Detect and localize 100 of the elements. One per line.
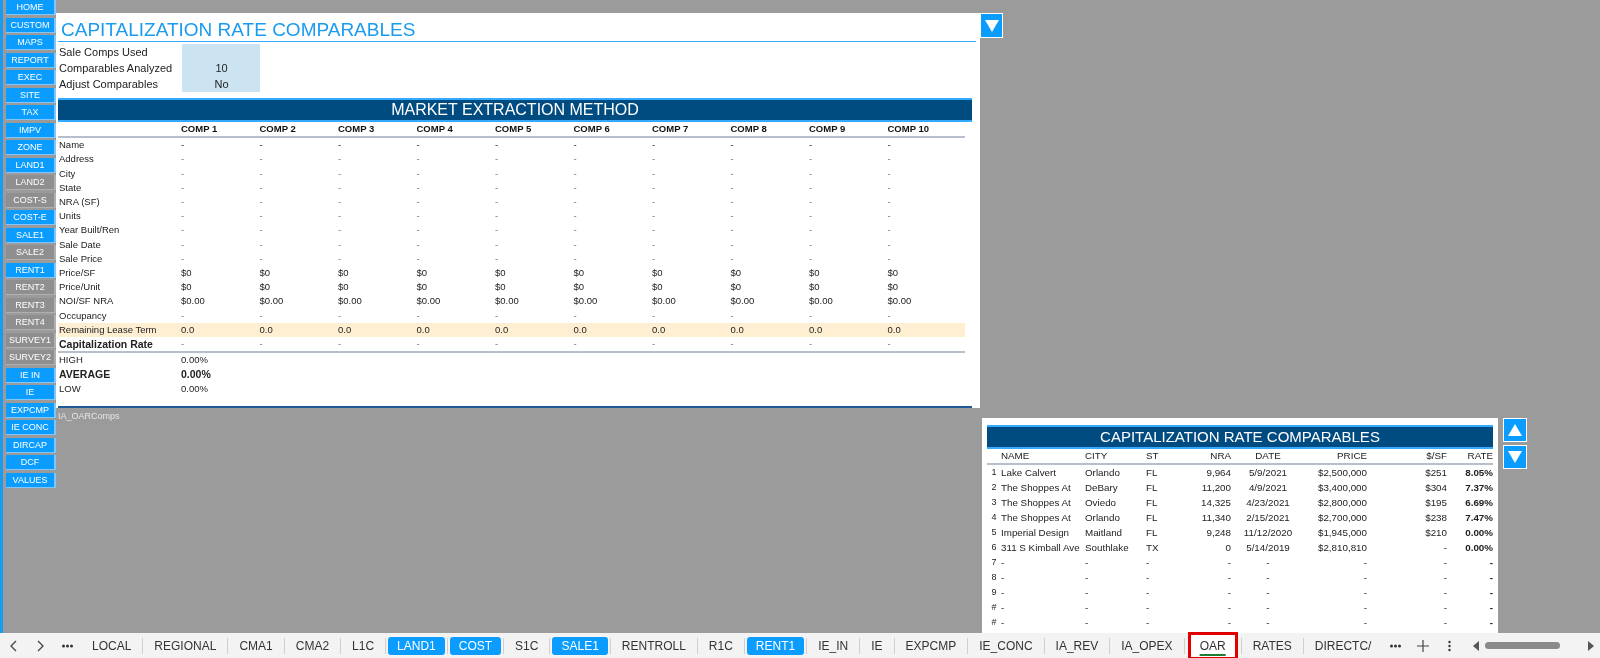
table-cell-text: -: [729, 195, 735, 209]
column-header: PRICE: [1305, 449, 1367, 465]
table-cell-text: 0: [1224, 541, 1231, 555]
nav-button[interactable]: RENT1: [6, 262, 56, 278]
nav-button[interactable]: TAX: [6, 105, 56, 120]
table-cell: 0.0: [651, 322, 730, 338]
table-cell-text: -: [1001, 616, 1006, 630]
sheet-tab[interactable]: IA_OPEX: [1112, 636, 1182, 655]
row-number: #: [990, 616, 998, 629]
table-cell-text: -: [886, 152, 892, 167]
table-cell-text: -: [180, 337, 186, 352]
row-number: 5: [990, 526, 998, 539]
sheet-tab[interactable]: SALE1: [552, 636, 608, 655]
nav-button[interactable]: CUSTOM: [6, 17, 56, 33]
row-label: Name: [58, 138, 86, 153]
table-cell-text: -: [258, 237, 264, 252]
setting-label: Adjust Comparables: [58, 77, 160, 92]
table-cell-text: $0.00: [729, 294, 756, 309]
table-cell-text: -: [337, 195, 343, 209]
table-cell-text: $0: [415, 280, 429, 295]
panel-title: CAPITALIZATION RATE COMPARABLES: [58, 19, 976, 42]
table-cell-text: -: [1362, 586, 1367, 600]
nav-button[interactable]: LAND1: [6, 157, 56, 173]
row-number: 6: [990, 541, 998, 554]
table-cell-text: -: [1442, 586, 1447, 600]
table-cell-text: -: [808, 237, 814, 252]
table-cell-text: $0: [337, 266, 350, 281]
table-cell-text: -: [337, 251, 343, 266]
table-cell-text: $0.00: [415, 294, 442, 309]
nav-button[interactable]: IE CONC: [6, 420, 56, 435]
sheet-tab[interactable]: REGIONAL: [145, 636, 226, 655]
sheet-tab[interactable]: RATES: [1243, 636, 1301, 655]
sheet-tab[interactable]: S1C: [506, 636, 548, 655]
nav-button[interactable]: MAPS: [6, 35, 56, 50]
sheet-tab[interactable]: L1C: [343, 636, 384, 655]
table-cell-text: Orlando: [1085, 511, 1121, 525]
table-cell-text: -: [1085, 571, 1090, 585]
row-number: 3: [990, 496, 998, 509]
table-cell-text: -: [808, 337, 814, 352]
table-cell-text: $0: [180, 266, 193, 281]
setting-label: Sale Comps Used: [58, 45, 149, 60]
table-cell-text: The Shoppes At: [1001, 481, 1072, 495]
table-cell-text: -: [258, 138, 264, 153]
nav-button[interactable]: VALUES: [6, 472, 56, 488]
sheet-tab[interactable]: CMA1: [230, 636, 282, 655]
sheet-tab[interactable]: R1C: [699, 636, 742, 655]
table-cell-text: -: [808, 195, 814, 209]
sheet-tab[interactable]: IA_REV: [1046, 636, 1108, 655]
sheet-tab[interactable]: OAR: [1190, 634, 1235, 657]
nav-button[interactable]: SALE1: [6, 227, 56, 243]
table-cell-text: -: [337, 138, 343, 153]
table-cell-text: -: [808, 166, 814, 181]
nav-button[interactable]: EXPCMP: [6, 402, 56, 418]
table-cell-text: -: [258, 166, 264, 181]
table-cell-text: 14,325: [1200, 496, 1231, 510]
table-cell-text: -: [1488, 616, 1493, 630]
nav-button[interactable]: IE IN: [6, 367, 56, 383]
sheet-tab[interactable]: LAND1: [388, 636, 445, 655]
table-cell-text: -: [180, 138, 186, 153]
sheet-tab[interactable]: COST: [449, 636, 502, 655]
table-cell-text: $0: [572, 280, 586, 295]
nav-button[interactable]: IE: [6, 385, 56, 400]
table-cell-text: -: [886, 251, 892, 266]
sheet-tab[interactable]: RENT1: [746, 636, 805, 655]
sheet-tab[interactable]: CMA2: [286, 636, 339, 655]
nav-button[interactable]: COST-E: [6, 210, 56, 225]
table-cell-text: -: [1226, 586, 1231, 600]
sheet-tab[interactable]: IE_CONC: [970, 636, 1042, 655]
table-cell-text: -: [1146, 571, 1151, 585]
table-cell-text: -: [494, 251, 500, 266]
table-cell-text: -: [572, 180, 578, 195]
table-cell-text: -: [729, 152, 735, 167]
table-cell-text: -: [337, 209, 343, 224]
table-cell-text: -: [651, 209, 657, 224]
table-cell-text: -: [1442, 556, 1447, 570]
nav-button[interactable]: SITE: [6, 87, 56, 103]
sheet-tab[interactable]: IE_IN: [809, 636, 858, 655]
nav-button[interactable]: EXEC: [6, 70, 56, 85]
sheet-tab[interactable]: LOCAL: [83, 636, 141, 655]
column-header: COMP 6: [572, 122, 651, 139]
row-number: 9: [990, 586, 998, 599]
nav-button[interactable]: REPORT: [6, 52, 56, 68]
table-cell-text: -: [886, 166, 892, 181]
nav-button[interactable]: DIRCAP: [6, 437, 56, 453]
table-cell-text: -: [1146, 616, 1151, 630]
table-cell-text: -: [1001, 556, 1006, 570]
table-cell-text: -: [1488, 586, 1493, 600]
nav-button[interactable]: IMPV: [6, 122, 56, 138]
sheet-tab[interactable]: IE: [862, 636, 892, 655]
sheet-tab[interactable]: EXPCMP: [896, 636, 966, 655]
nav-button[interactable]: DCF: [6, 455, 56, 470]
table-cell-text: -: [494, 223, 500, 238]
nav-button[interactable]: ZONE: [6, 140, 56, 155]
nav-button[interactable]: HOME: [6, 0, 56, 15]
table-cell-text: -: [494, 237, 500, 252]
table-cell-text: -: [1362, 616, 1367, 630]
table-cell-text: -: [572, 195, 578, 209]
row-label: Remaining Lease Term: [58, 322, 180, 338]
sheet-tab[interactable]: RENTROLL: [612, 636, 695, 655]
sheet-tab[interactable]: DIRECTC/: [1305, 636, 1381, 655]
